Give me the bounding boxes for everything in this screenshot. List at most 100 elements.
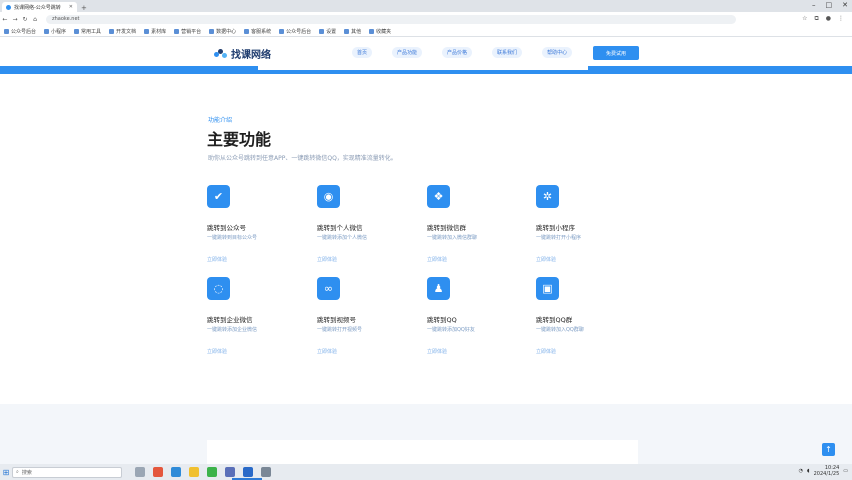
nav-item[interactable]: 帮助中心	[542, 47, 573, 58]
taskbar-apps	[135, 467, 271, 477]
miniprogram-icon: ✲	[536, 185, 559, 208]
nav-item[interactable]: 产品价格	[442, 47, 473, 58]
extensions-icon[interactable]: ⧉	[814, 15, 818, 23]
site-logo[interactable]: 找课网络	[214, 46, 271, 61]
bookmark-icon	[44, 28, 50, 34]
bookmark-icon	[244, 28, 250, 34]
feature-card[interactable]: ♟ 跳转到QQ 一键跳转添加QQ好友 立即体验	[427, 277, 537, 367]
bookmark-item[interactable]: 收藏夹	[369, 28, 391, 35]
minimize-icon[interactable]: –	[812, 1, 816, 9]
group-chat-icon: ❖	[427, 185, 450, 208]
section-subtitle: 助你从公众号跳转到任意APP、一键跳转微信QQ，实现精准流量转化。	[208, 155, 397, 162]
feature-link[interactable]: 立即体验	[427, 348, 447, 355]
edge-app-icon[interactable]	[171, 467, 181, 477]
bookmark-item[interactable]: 数据中心	[209, 28, 236, 35]
feature-desc: 一键跳转加入微信群聊	[427, 235, 478, 241]
maximize-icon[interactable]: □	[826, 1, 833, 9]
bookmark-item[interactable]: 公众号后台	[4, 28, 36, 35]
qq-group-icon: ▣	[536, 277, 559, 300]
system-tray: ◔ ◖ 10:24 2024/1/25 ▭	[799, 465, 848, 477]
feature-link[interactable]: 立即体验	[317, 256, 337, 263]
wechat-app-icon[interactable]	[207, 467, 217, 477]
reload-icon[interactable]: ↻	[20, 16, 30, 23]
wechat-icon: ◉	[317, 185, 340, 208]
qq-icon: ♟	[427, 277, 450, 300]
feature-card[interactable]: ▣ 跳转到QQ群 一键跳转加入QQ群聊 立即体验	[536, 277, 646, 367]
feature-card[interactable]: ◌ 跳转到企业微信 一键跳转添加企业微信 立即体验	[207, 277, 317, 367]
address-text: zhaoke.net	[52, 16, 80, 22]
feature-desc: 一键跳转打开视频号	[317, 327, 363, 333]
section-title: 主要功能	[207, 130, 272, 149]
volume-icon[interactable]: ◖	[807, 468, 810, 474]
bookmark-label: 公众号后台	[286, 28, 312, 35]
browser-tab[interactable]: 找课网络-公众号跳转 ✕	[2, 2, 77, 12]
feature-card[interactable]: ✔ 跳转到公众号 一键跳转到目标公众号 立即体验	[207, 185, 317, 275]
feature-desc: 一键跳转加入QQ群聊	[536, 327, 584, 333]
feature-card[interactable]: ❖ 跳转到微信群一键跳转加入微信群聊 立即体验	[427, 185, 537, 275]
address-bar[interactable]: zhaoke.net	[46, 14, 736, 24]
nav-item[interactable]: 联系我们	[492, 47, 523, 58]
forward-icon[interactable]: →	[10, 16, 20, 23]
work-wechat-icon: ◌	[207, 277, 230, 300]
bookmark-icon	[319, 28, 325, 34]
close-tab-icon[interactable]: ✕	[69, 4, 73, 10]
section-kicker: 功能介绍	[208, 117, 233, 124]
free-trial-button[interactable]: 免费试用	[593, 46, 639, 60]
bookmark-item[interactable]: 设置	[319, 28, 336, 35]
logo-icon	[214, 48, 228, 59]
feature-link[interactable]: 立即体验	[536, 256, 556, 263]
clock[interactable]: 10:24 2024/1/25	[814, 465, 840, 477]
bookmark-label: 开发文档	[116, 28, 137, 35]
bookmark-icon	[4, 28, 9, 34]
close-window-icon[interactable]: ✕	[842, 1, 848, 9]
store-app-icon[interactable]	[225, 467, 235, 477]
bookmark-item[interactable]: 开发文档	[109, 28, 136, 35]
menu-icon[interactable]: ⋮	[838, 15, 844, 23]
feature-name: 跳转到视频号	[317, 316, 356, 324]
mail-app-icon[interactable]	[243, 467, 253, 477]
notifications-icon[interactable]: ▭	[843, 468, 848, 474]
feature-link[interactable]: 立即体验	[207, 348, 227, 355]
bookmark-label: 数据中心	[216, 28, 237, 35]
feature-link[interactable]: 立即体验	[207, 256, 227, 263]
plus-icon[interactable]: +	[81, 4, 87, 12]
profile-icon[interactable]: ●	[826, 15, 831, 23]
browser-app-icon[interactable]	[153, 467, 163, 477]
bookmark-item[interactable]: 素材库	[144, 28, 166, 35]
back-icon[interactable]: ←	[0, 16, 10, 23]
feature-name: 跳转到公众号	[207, 224, 246, 232]
feature-name: 跳转到QQ	[427, 316, 457, 324]
bookmarks-bar: 公众号后台 小程序 常用工具 开发文档 素材库 营销平台 数据中心 客服系统 公众号后台 设置 其他…	[0, 26, 852, 37]
star-icon[interactable]: ☆	[802, 15, 807, 23]
channels-icon: ∞	[317, 277, 340, 300]
back-to-top-button[interactable]: ↑	[822, 443, 835, 456]
feature-link[interactable]: 立即体验	[317, 348, 337, 355]
bookmark-label: 常用工具	[81, 28, 102, 35]
bookmark-item[interactable]: 公众号后台	[279, 28, 311, 35]
taskbar-search[interactable]: ⌕ 搜索	[12, 466, 122, 478]
home-icon[interactable]: ⌂	[30, 16, 40, 23]
nav-item[interactable]: 产品功能	[392, 47, 423, 58]
feature-desc: 一键跳转添加QQ好友	[427, 327, 475, 333]
address-row: ← → ↻ ⌂ zhaoke.net ☆ ⧉ ● ⋮	[0, 12, 852, 26]
taskbar: ⊞ ⌕ 搜索	[0, 464, 852, 480]
windows-start-icon[interactable]: ⊞	[0, 464, 12, 480]
feature-link[interactable]: 立即体验	[536, 348, 556, 355]
bookmark-item[interactable]: 营销平台	[174, 28, 201, 35]
explorer-app-icon[interactable]	[189, 467, 199, 477]
bookmark-item[interactable]: 常用工具	[74, 28, 101, 35]
feature-card[interactable]: ◉ 跳转到个人微信 一键跳转添加个人微信 立即体验	[317, 185, 427, 275]
bookmark-label: 客服系统	[251, 28, 272, 35]
bookmark-item[interactable]: 其他	[344, 28, 361, 35]
network-icon[interactable]: ◔	[799, 468, 803, 474]
feature-name: 跳转到微信群	[427, 224, 466, 232]
bookmark-label: 收藏夹	[376, 28, 392, 35]
nav-item[interactable]: 首页	[352, 47, 373, 58]
feature-card[interactable]: ∞ 跳转到视频号一键跳转打开视频号 立即体验	[317, 277, 427, 367]
task-view-icon[interactable]	[135, 467, 145, 477]
settings-app-icon[interactable]	[261, 467, 271, 477]
bookmark-item[interactable]: 小程序	[44, 28, 66, 35]
bookmark-item[interactable]: 客服系统	[244, 28, 271, 35]
feature-link[interactable]: 立即体验	[427, 256, 447, 263]
feature-card[interactable]: ✲ 跳转到小程序 一键跳转打开小程序 立即体验	[536, 185, 646, 275]
